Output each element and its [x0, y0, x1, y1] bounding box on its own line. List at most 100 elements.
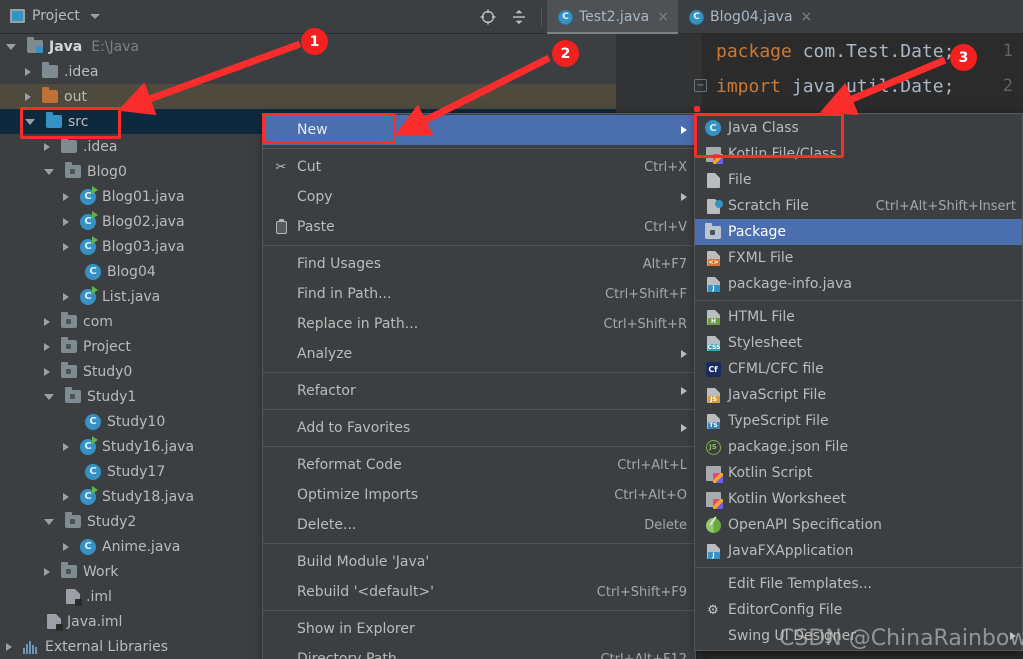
- submenu-item-edit-file-templates[interactable]: Edit File Templates...: [695, 571, 1022, 597]
- tree-expand-arrow-closed[interactable]: [63, 242, 69, 251]
- editor-tab-test2[interactable]: C Test2.java ×: [547, 0, 678, 34]
- submenu-item-icon-slot: CSS: [703, 335, 723, 351]
- tree-expand-arrow-closed[interactable]: [44, 142, 50, 151]
- tree-expand-arrow-open[interactable]: [6, 43, 16, 50]
- submenu-item-stylesheet[interactable]: CSS Stylesheet: [695, 330, 1022, 356]
- submenu-item-label: Stylesheet: [728, 335, 803, 351]
- tree-row-label: Java.iml: [67, 613, 123, 630]
- submenu-item-cfml-cfc-file[interactable]: Cf CFML/CFC file: [695, 356, 1022, 382]
- submenu-item-label: Edit File Templates...: [728, 576, 872, 592]
- project-panel-label: Project: [32, 8, 80, 24]
- java-runnable-class-icon: C: [80, 185, 98, 205]
- submenu-item-kotlin-file-class[interactable]: Kotlin File/Class: [695, 141, 1022, 167]
- tree-expand-arrow-closed[interactable]: [25, 67, 31, 76]
- tree-expand-arrow-closed[interactable]: [63, 217, 69, 226]
- editor-tab-blog04[interactable]: C Blog04.java ×: [678, 0, 821, 34]
- typescript-file-icon: TS: [706, 413, 720, 429]
- submenu-item-fxml-file[interactable]: <> FXML File: [695, 245, 1022, 271]
- code-fold-icon[interactable]: −: [694, 79, 707, 92]
- submenu-item-javascript-file[interactable]: JS JavaScript File: [695, 382, 1022, 408]
- project-panel-title[interactable]: Project: [10, 8, 100, 24]
- menu-item-add-to-favorites[interactable]: Add to Favorites: [263, 413, 695, 443]
- menu-item-find-usages[interactable]: Find Usages Alt+F7: [263, 249, 695, 279]
- menu-item-label: Reformat Code: [297, 457, 402, 473]
- submenu-item-editorconfig-file[interactable]: ⚙ EditorConfig File: [695, 597, 1022, 623]
- menu-item-delete[interactable]: Delete... Delete: [263, 510, 695, 540]
- submenu-item-kotlin-worksheet[interactable]: Kotlin Worksheet: [695, 486, 1022, 512]
- submenu-arrow-icon: [681, 387, 687, 395]
- menu-item-new[interactable]: New: [263, 115, 695, 145]
- menu-separator: [263, 610, 695, 611]
- submenu-item-openapi-specification[interactable]: OpenAPI Specification: [695, 512, 1022, 538]
- tree-row[interactable]: .idea: [0, 59, 616, 84]
- locate-icon[interactable]: [479, 8, 497, 26]
- menu-item-reformat-code[interactable]: Reformat Code Ctrl+Alt+L: [263, 450, 695, 480]
- tree-expand-arrow-closed[interactable]: [63, 492, 69, 501]
- editor-tab-label: Blog04.java: [710, 9, 793, 25]
- tree-expand-arrow-open[interactable]: [44, 393, 54, 400]
- tree-row[interactable]: out: [0, 84, 616, 109]
- submenu-item-label: Java Class: [728, 120, 799, 136]
- line-number: 1: [1002, 41, 1013, 61]
- file-icon: [706, 172, 720, 188]
- tree-expand-arrow-closed[interactable]: [63, 292, 69, 301]
- menu-item-label: Add to Favorites: [297, 420, 411, 436]
- submenu-arrow-icon: [681, 193, 687, 201]
- tree-expand-arrow-closed[interactable]: [63, 542, 69, 551]
- menu-item-optimize-imports[interactable]: Optimize Imports Ctrl+Alt+O: [263, 480, 695, 510]
- tree-expand-arrow-closed[interactable]: [44, 342, 50, 351]
- toolbar-divider: [541, 8, 542, 26]
- submenu-item-java-class[interactable]: C Java Class: [695, 115, 1022, 141]
- submenu-item-package-json-file[interactable]: JS package.json File: [695, 434, 1022, 460]
- submenu-item-file[interactable]: File: [695, 167, 1022, 193]
- file-type-badge: J: [707, 284, 720, 292]
- tree-expand-arrow-closed[interactable]: [25, 92, 31, 101]
- submenu-item-label: HTML File: [728, 309, 795, 325]
- close-icon[interactable]: ×: [801, 9, 813, 25]
- menu-item-refactor[interactable]: Refactor: [263, 376, 695, 406]
- tree-expand-arrow-closed[interactable]: [6, 642, 12, 651]
- submenu-item-package-info-java[interactable]: Jpackage-info.java: [695, 271, 1022, 297]
- close-icon[interactable]: ×: [657, 9, 669, 25]
- menu-item-replace-in-path[interactable]: Replace in Path... Ctrl+Shift+R: [263, 309, 695, 339]
- iml-file-icon: [47, 614, 63, 631]
- java-runnable-class-icon: C: [80, 235, 98, 255]
- menu-item-shortcut: Delete: [644, 517, 687, 533]
- submenu-arrow-icon: [681, 350, 687, 358]
- menu-item-directory-path[interactable]: Directory Path Ctrl+Alt+F12: [263, 644, 695, 659]
- context-menu[interactable]: New ✂ Cut Ctrl+X Copy Paste Ctrl+V Find Usages A…: [262, 113, 696, 659]
- menu-item-find-in-path[interactable]: Find in Path... Ctrl+Shift+F: [263, 279, 695, 309]
- menu-item-show-in-explorer[interactable]: Show in Explorer: [263, 614, 695, 644]
- submenu-item-scratch-file[interactable]: Scratch File Ctrl+Alt+Shift+Insert: [695, 193, 1022, 219]
- tree-expand-arrow-open[interactable]: [44, 518, 54, 525]
- collapse-all-icon[interactable]: [510, 8, 528, 26]
- menu-item-cut[interactable]: ✂ Cut Ctrl+X: [263, 152, 695, 182]
- tree-expand-arrow-closed[interactable]: [44, 367, 50, 376]
- chevron-down-icon[interactable]: [89, 13, 100, 19]
- submenu-item-javafxapplication[interactable]: J JavaFXApplication: [695, 538, 1022, 564]
- menu-separator: [263, 245, 695, 246]
- menu-item-shortcut: Alt+F7: [642, 256, 687, 272]
- java-class-icon: C: [85, 463, 101, 480]
- submenu-item-html-file[interactable]: H HTML File: [695, 304, 1022, 330]
- html-file-icon: H: [706, 309, 720, 325]
- tree-expand-arrow-closed[interactable]: [44, 317, 50, 326]
- package-folder-icon: [61, 312, 77, 328]
- new-submenu[interactable]: C Java Class Kotlin File/Class File Scratch …: [694, 113, 1023, 651]
- tree-expand-arrow-closed[interactable]: [44, 567, 50, 576]
- submenu-item-label: Kotlin Worksheet: [728, 491, 846, 507]
- submenu-item-typescript-file[interactable]: TS TypeScript File: [695, 408, 1022, 434]
- keyword-import: import: [716, 76, 782, 97]
- submenu-item-package[interactable]: Package: [695, 219, 1022, 245]
- tree-expand-arrow-closed[interactable]: [63, 192, 69, 201]
- submenu-item-kotlin-script[interactable]: Kotlin Script: [695, 460, 1022, 486]
- menu-item-label: Find in Path...: [297, 286, 392, 302]
- menu-item-paste[interactable]: Paste Ctrl+V: [263, 212, 695, 242]
- menu-item-build-module-java[interactable]: Build Module 'Java': [263, 547, 695, 577]
- tree-expand-arrow-open[interactable]: [25, 118, 35, 125]
- menu-item-rebuild-default[interactable]: Rebuild '<default>' Ctrl+Shift+F9: [263, 577, 695, 607]
- menu-item-analyze[interactable]: Analyze: [263, 339, 695, 369]
- tree-expand-arrow-closed[interactable]: [63, 442, 69, 451]
- menu-item-copy[interactable]: Copy: [263, 182, 695, 212]
- tree-expand-arrow-open[interactable]: [44, 168, 54, 175]
